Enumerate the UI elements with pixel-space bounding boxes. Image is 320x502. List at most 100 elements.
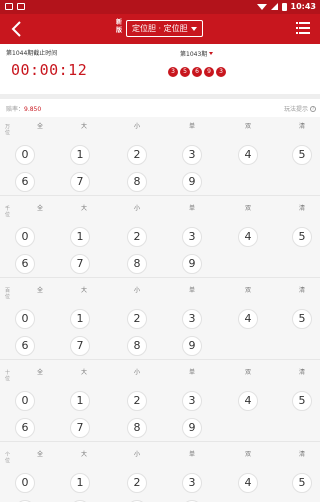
- number-ball[interactable]: 5: [292, 391, 312, 411]
- position-section: 十位全大小单双清 0 1 2 3 4 5 6 7 8 9: [0, 363, 320, 443]
- number-ball[interactable]: 8: [127, 254, 147, 274]
- number-ball[interactable]: 3: [182, 227, 202, 247]
- number-ball[interactable]: 3: [182, 145, 202, 165]
- quick-select-clear[interactable]: 清: [299, 121, 305, 130]
- number-ball[interactable]: 0: [15, 145, 35, 165]
- quick-select-odd[interactable]: 单: [189, 121, 195, 130]
- quick-select-small[interactable]: 小: [134, 285, 140, 294]
- back-button[interactable]: [8, 19, 26, 39]
- result-ball: 6: [192, 67, 202, 77]
- number-ball[interactable]: 0: [15, 227, 35, 247]
- number-ball[interactable]: 3: [182, 473, 202, 493]
- notification-icon: [5, 3, 13, 10]
- number-ball[interactable]: 8: [127, 172, 147, 192]
- odds-label: 赔率：9.850: [6, 104, 41, 113]
- number-ball[interactable]: 1: [70, 391, 90, 411]
- quick-select-row: 全大小单双清: [0, 117, 320, 131]
- number-ball[interactable]: 7: [70, 172, 90, 192]
- number-ball[interactable]: 9: [182, 336, 202, 356]
- number-ball[interactable]: 2: [127, 145, 147, 165]
- number-ball[interactable]: 0: [15, 391, 35, 411]
- number-ball[interactable]: 8: [127, 418, 147, 438]
- quick-select-even[interactable]: 双: [245, 449, 251, 458]
- number-ball[interactable]: 5: [292, 227, 312, 247]
- quick-select-clear[interactable]: 清: [299, 449, 305, 458]
- number-ball[interactable]: 5: [292, 145, 312, 165]
- quick-select-all[interactable]: 全: [37, 121, 43, 130]
- number-ball[interactable]: 5: [292, 309, 312, 329]
- quick-select-odd[interactable]: 单: [189, 203, 195, 212]
- number-ball[interactable]: 0: [15, 309, 35, 329]
- quick-select-small[interactable]: 小: [134, 203, 140, 212]
- number-ball[interactable]: 2: [127, 309, 147, 329]
- quick-select-small[interactable]: 小: [134, 449, 140, 458]
- quick-select-even[interactable]: 双: [245, 121, 251, 130]
- number-ball[interactable]: 4: [238, 145, 258, 165]
- quick-select-small[interactable]: 小: [134, 367, 140, 376]
- number-ball[interactable]: 0: [15, 473, 35, 493]
- number-ball[interactable]: 7: [70, 254, 90, 274]
- quick-select-all[interactable]: 全: [37, 449, 43, 458]
- number-ball[interactable]: 9: [182, 254, 202, 274]
- number-ball[interactable]: 9: [182, 418, 202, 438]
- position-section: 万位全大小单双清 0 1 2 3 4 5 6 7 8 9: [0, 117, 320, 197]
- number-ball[interactable]: 6: [15, 418, 35, 438]
- number-ball[interactable]: 9: [182, 172, 202, 192]
- number-ball[interactable]: 1: [70, 309, 90, 329]
- quick-select-clear[interactable]: 清: [299, 367, 305, 376]
- quick-select-even[interactable]: 双: [245, 285, 251, 294]
- number-ball[interactable]: 4: [238, 391, 258, 411]
- divider: [0, 277, 320, 278]
- number-ball[interactable]: 4: [238, 227, 258, 247]
- countdown-timer: 00:00:12: [11, 61, 88, 79]
- quick-select-big[interactable]: 大: [81, 367, 87, 376]
- number-ball[interactable]: 1: [70, 145, 90, 165]
- quick-select-row: 全大小单双清: [0, 445, 320, 459]
- draw-info: 第1044期截止时间 00:00:12 第1043期 3 5 6 9 3: [0, 44, 320, 94]
- help-link[interactable]: 玩法提示 ?: [284, 104, 316, 113]
- quick-select-big[interactable]: 大: [81, 285, 87, 294]
- quick-select-small[interactable]: 小: [134, 121, 140, 130]
- number-ball[interactable]: 1: [70, 227, 90, 247]
- number-ball[interactable]: 6: [15, 172, 35, 192]
- number-ball[interactable]: 6: [15, 254, 35, 274]
- number-ball[interactable]: 7: [70, 418, 90, 438]
- quick-select-odd[interactable]: 单: [189, 367, 195, 376]
- quick-select-big[interactable]: 大: [81, 121, 87, 130]
- quick-select-all[interactable]: 全: [37, 367, 43, 376]
- quick-select-odd[interactable]: 单: [189, 285, 195, 294]
- number-ball[interactable]: 2: [127, 473, 147, 493]
- last-issue-selector[interactable]: 第1043期: [180, 49, 214, 58]
- quick-select-big[interactable]: 大: [81, 449, 87, 458]
- odds-row: 赔率：9.850 玩法提示 ?: [0, 99, 320, 117]
- number-ball[interactable]: 8: [127, 336, 147, 356]
- quick-select-all[interactable]: 全: [37, 285, 43, 294]
- version-tag: 新版: [115, 19, 122, 34]
- quick-select-big[interactable]: 大: [81, 203, 87, 212]
- number-ball[interactable]: 3: [182, 309, 202, 329]
- divider: [0, 441, 320, 442]
- number-ball[interactable]: 1: [70, 473, 90, 493]
- quick-select-even[interactable]: 双: [245, 203, 251, 212]
- quick-select-all[interactable]: 全: [37, 203, 43, 212]
- menu-button[interactable]: [296, 22, 310, 34]
- number-ball[interactable]: 2: [127, 391, 147, 411]
- position-section: 千位全大小单双清 0 1 2 3 4 5 6 7 8 9: [0, 199, 320, 279]
- number-ball[interactable]: 5: [292, 473, 312, 493]
- quick-select-odd[interactable]: 单: [189, 449, 195, 458]
- number-ball[interactable]: 7: [70, 336, 90, 356]
- quick-select-even[interactable]: 双: [245, 367, 251, 376]
- play-type-selector[interactable]: 定位胆 · 定位胆: [126, 20, 203, 37]
- status-bar: 10:43: [0, 0, 320, 14]
- battery-icon: [281, 2, 287, 11]
- number-ball[interactable]: 4: [238, 473, 258, 493]
- number-ball[interactable]: 4: [238, 309, 258, 329]
- divider: [0, 359, 320, 360]
- odds-value: 9.850: [24, 106, 42, 113]
- number-ball[interactable]: 3: [182, 391, 202, 411]
- quick-select-clear[interactable]: 清: [299, 285, 305, 294]
- number-ball[interactable]: 6: [15, 336, 35, 356]
- number-ball[interactable]: 2: [127, 227, 147, 247]
- quick-select-clear[interactable]: 清: [299, 203, 305, 212]
- chevron-down-icon: [190, 26, 197, 31]
